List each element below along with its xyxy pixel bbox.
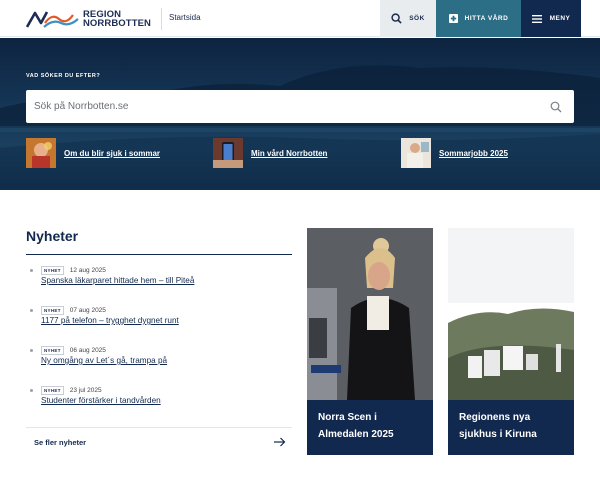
quick-link-label[interactable]: Om du blir sjuk i sommar xyxy=(64,149,160,158)
plus-square-icon xyxy=(448,14,458,23)
quick-link-summer-job[interactable]: Sommarjobb 2025 xyxy=(401,138,508,168)
find-care-label: HITTA VÅRD xyxy=(464,15,509,22)
see-more-divider xyxy=(26,427,292,428)
news-badge: NYHET xyxy=(41,346,64,355)
card-caption: Norra Scen i Almedalen 2025 xyxy=(307,400,433,455)
news-date: 07 aug 2025 xyxy=(69,307,106,314)
news-heading: Nyheter xyxy=(26,228,79,244)
find-care-button[interactable]: HITTA VÅRD xyxy=(436,0,521,37)
hero-search-section: VAD SÖKER DU EFTER? Om du blir sjuk i so… xyxy=(0,38,600,190)
site-search-box xyxy=(26,90,574,123)
bullet-dot xyxy=(30,309,33,312)
card-norra-scen[interactable]: Norra Scen i Almedalen 2025 xyxy=(307,228,433,455)
logo-text-norrbotten: NORRBOTTEN xyxy=(82,18,151,29)
bullet-dot xyxy=(30,269,33,272)
news-divider xyxy=(26,254,292,255)
news-link[interactable]: 1177 på telefon – trygghet dygnet runt xyxy=(41,316,179,325)
news-badge: NYHET xyxy=(41,266,64,275)
min-vard-thumbnail xyxy=(213,138,243,168)
breadcrumb-startsida[interactable]: Startsida xyxy=(169,13,201,22)
news-badge: NYHET xyxy=(41,306,64,315)
site-header: REGION NORRBOTTEN Startsida SÖK HITTA VÅ… xyxy=(0,0,600,37)
search-button-label: SÖK xyxy=(409,15,425,22)
logo-mark-icon xyxy=(26,11,79,28)
region-norrbotten-logo[interactable]: REGION NORRBOTTEN xyxy=(26,8,151,30)
card-sjukhus-kiruna[interactable]: Regionens nya sjukhus i Kiruna xyxy=(448,228,574,455)
news-link[interactable]: Spanska läkarparet hittade hem – till Pi… xyxy=(41,276,194,285)
search-button[interactable]: SÖK xyxy=(380,0,436,37)
card-title-line2: sjukhus i Kiruna xyxy=(459,428,537,440)
bullet-dot xyxy=(30,349,33,352)
card-title-line1: Norra Scen i xyxy=(318,412,377,423)
search-icon xyxy=(391,13,402,24)
see-more-news-link[interactable]: Se fler nyheter xyxy=(34,438,86,447)
hamburger-icon xyxy=(531,14,542,23)
card-title-line2: Almedalen 2025 xyxy=(318,428,394,440)
news-link[interactable]: Ny omgång av Let´s gå, trampa på xyxy=(41,356,167,365)
news-date: 12 aug 2025 xyxy=(69,267,106,274)
news-date: 06 aug 2025 xyxy=(69,347,106,354)
news-link[interactable]: Studenter förstärker i tandvården xyxy=(41,396,161,405)
quick-link-label[interactable]: Sommarjobb 2025 xyxy=(439,149,508,158)
quick-link-summer-illness[interactable]: Om du blir sjuk i sommar xyxy=(26,138,160,168)
bullet-dot xyxy=(30,389,33,392)
quick-link-label[interactable]: Min vård Norrbotten xyxy=(251,149,327,158)
news-date: 23 jul 2025 xyxy=(69,387,102,394)
search-icon[interactable] xyxy=(550,101,562,113)
menu-button[interactable]: MENY xyxy=(521,0,581,37)
summer-illness-thumbnail xyxy=(26,138,56,168)
news-badge: NYHET xyxy=(41,386,64,395)
header-divider xyxy=(161,8,162,30)
card-title-line1: Regionens nya xyxy=(459,412,531,423)
summer-job-thumbnail xyxy=(401,138,431,168)
search-heading: VAD SÖKER DU EFTER? xyxy=(26,73,101,79)
arrow-right-icon[interactable] xyxy=(274,437,286,447)
card-caption: Regionens nya sjukhus i Kiruna xyxy=(448,400,574,455)
menu-label: MENY xyxy=(549,15,571,22)
site-search-input[interactable] xyxy=(34,101,550,112)
quick-link-min-vard[interactable]: Min vård Norrbotten xyxy=(213,138,327,168)
